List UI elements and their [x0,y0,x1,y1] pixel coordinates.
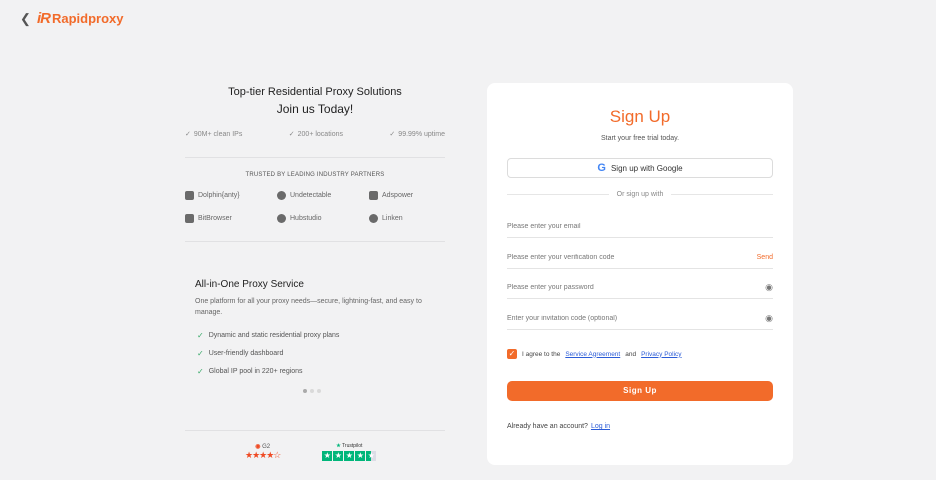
check-icon: ✓ [389,131,396,138]
invitation-code-field[interactable]: ◉ [507,308,773,330]
feature-item: ✓ 99.99% uptime [389,131,445,138]
partner-adspower: Adspower [369,191,445,200]
carousel-dots [303,389,321,393]
google-signup-label: Sign up with Google [610,163,683,173]
feature-item: ✓ 200+ locations [288,131,343,138]
promo-headline: Top-tier Residential Proxy Solutions Joi… [185,86,445,116]
email-input[interactable] [507,223,727,230]
g2-stars: ★★★★☆ [245,450,281,460]
service-bullets: ✓ Dynamic and static residential proxy pl… [197,331,339,385]
divider [185,430,445,431]
partner-dolphin: Dolphin{anty} [185,191,277,200]
signup-card: Sign Up Start your free trial today. G S… [487,83,793,465]
partner-logos: Dolphin{anty} Undetectable Adspower BitB… [185,191,445,223]
trustpilot-stars: ★ ★ ★ ★ ★ [322,451,377,461]
feature-item: ✓ 90M+ clean IPs [185,131,243,138]
verification-code-input[interactable] [507,254,727,261]
or-divider: Or sign up with [507,191,773,198]
back-button[interactable]: ❮ [20,12,34,26]
headline-line-1: Top-tier Residential Proxy Solutions [228,86,402,98]
undetectable-icon [277,191,286,200]
star-icon: ★ [355,451,366,461]
trusted-title: TRUSTED BY LEADING INDUSTRY PARTNERS [245,172,385,178]
hubstudio-icon [277,214,286,223]
google-signup-button[interactable]: G Sign up with Google [507,158,773,178]
password-input[interactable] [507,284,727,291]
signup-submit-button[interactable]: Sign Up [507,381,773,401]
logo[interactable]: iR Rapidproxy [37,10,124,27]
carousel-dot[interactable] [317,389,321,393]
bullet-item: ✓ Dynamic and static residential proxy pl… [197,331,340,340]
partner-linken: Linken [369,214,445,223]
bullet-item: ✓ Global IP pool in 220+ regions [197,367,303,376]
star-icon: ★ [333,451,344,461]
logo-mark: iR [37,10,51,27]
verification-code-field[interactable]: Send [507,247,773,269]
email-field[interactable] [507,216,773,238]
check-icon: ✓ [197,331,204,340]
eye-icon[interactable]: ◉ [765,313,773,324]
carousel-dot[interactable] [303,389,307,393]
partner-bitbrowser: BitBrowser [185,214,277,223]
trustpilot-star-icon: ★ [336,443,341,449]
terms-agreement: ✓ I agree to the Service Agreement and P… [507,349,682,359]
check-icon: ✓ [185,131,191,138]
service-title: All-in-One Proxy Service [195,279,304,290]
signup-title: Sign Up [609,107,671,126]
bullet-item: ✓ User-friendly dashboard [197,349,284,358]
divider [185,241,445,242]
check-icon: ✓ [197,349,204,358]
partner-hubstudio: Hubstudio [277,214,369,223]
star-icon: ★ [344,451,355,461]
review-badges: ◉ G2 ★★★★☆ ★ Trustpilot ★ ★ ★ ★ ★ [245,443,377,461]
logo-text: Rapidproxy [52,11,124,26]
agree-checkbox[interactable]: ✓ [507,349,517,359]
invitation-code-input[interactable] [507,315,727,322]
chevron-left-icon: ❮ [20,11,31,26]
dolphin-icon [185,191,194,200]
google-icon: G [597,162,606,174]
headline-line-2: Join us Today! [276,102,354,116]
star-icon: ★ [322,451,333,461]
signup-subtitle: Start your free trial today. [600,135,680,142]
service-agreement-link[interactable]: Service Agreement [565,351,620,358]
privacy-policy-link[interactable]: Privacy Policy [641,351,681,358]
carousel-dot[interactable] [310,389,314,393]
feature-list: ✓ 90M+ clean IPs ✓ 200+ locations ✓ 99.99% … [185,130,445,138]
linken-icon [369,214,378,223]
g2-rating: ◉ G2 ★★★★☆ [245,444,281,460]
password-field[interactable]: ◉ [507,277,773,299]
bitbrowser-icon [185,214,194,223]
divider [185,157,445,158]
check-icon: ✓ [288,131,295,138]
trustpilot-rating: ★ Trustpilot ★ ★ ★ ★ ★ [322,443,377,461]
service-description: One platform for all your proxy needs—se… [195,298,422,316]
eye-icon[interactable]: ◉ [765,282,773,293]
login-prompt: Already have an account? Log in [507,423,611,430]
check-icon: ✓ [197,367,204,376]
star-half-icon: ★ [366,451,377,461]
login-link[interactable]: Log in [591,423,610,430]
adspower-icon [369,191,378,200]
send-code-button[interactable]: Send [757,254,773,261]
partner-undetectable: Undetectable [277,191,369,200]
